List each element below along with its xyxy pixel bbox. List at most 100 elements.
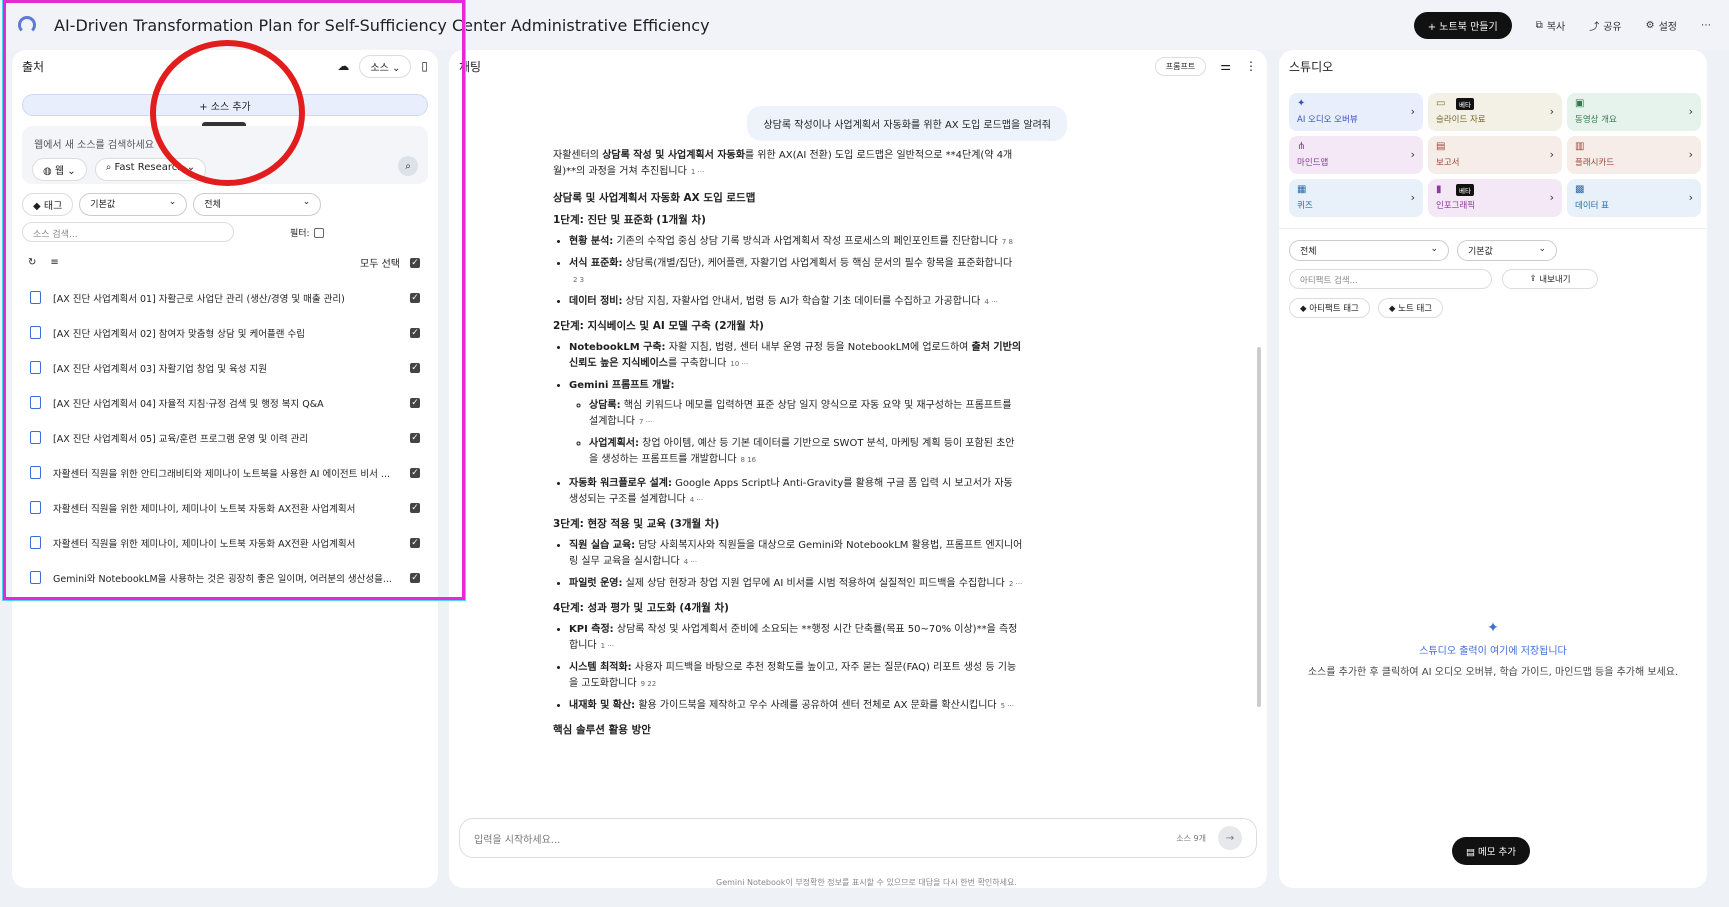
more-vert-icon[interactable]: ⋮ (1245, 59, 1257, 73)
document-icon (30, 571, 41, 584)
source-item[interactable]: Gemini와 NotebookLM을 사용하는 것은 굉장히 좋은 일이며, … (22, 560, 428, 595)
web-search-box: 웹에서 새 소스를 검색하세요 ◍ 웹 ⌄ ⌕ Fast Research ⌄ … (22, 126, 428, 184)
sort-select[interactable]: 기본값 ⌄ (79, 193, 188, 216)
citation-chip[interactable]: 10 ··· (730, 356, 748, 372)
artifact-tag-button[interactable]: ◆ 아티팩트 태그 (1289, 298, 1370, 318)
stage-4-heading: 4단계: 성과 평가 및 고도화 (4개월 차) (553, 602, 729, 614)
fast-research-chip[interactable]: ⌕ Fast Research ⌄ (94, 158, 207, 181)
source-checkbox[interactable]: ✓ (410, 467, 420, 478)
artifact-sort-select[interactable]: 기본값 ⌄ (1457, 240, 1557, 261)
sort-icon[interactable]: ≡ (50, 257, 360, 268)
tile-icon: ▥ (1575, 141, 1585, 152)
tag-button[interactable]: ◆ 태그 (22, 193, 74, 216)
prompt-chip[interactable]: 프롬프트 (1154, 56, 1207, 76)
list-item: 현황 분석: 기존의 수작업 중심 상담 기록 방식과 사업계획서 작성 프로세… (569, 234, 1023, 250)
citation-chip[interactable]: 2 ··· (1009, 576, 1022, 592)
source-checkbox[interactable]: ✓ (410, 327, 420, 338)
filter-toggle[interactable]: 필터: (290, 226, 324, 239)
citation-chip[interactable]: 5 ··· (1001, 698, 1014, 714)
note-tag-button[interactable]: ◆ 노트 태그 (1377, 298, 1444, 318)
studio-title: 스튜디오 (1289, 59, 1334, 74)
tile-icon: ⋔ (1297, 141, 1306, 152)
settings-button[interactable]: ⚙ 설정 (1646, 18, 1677, 33)
citation-chip[interactable]: 4 ··· (684, 554, 697, 570)
divider (1279, 228, 1707, 229)
add-memo-button[interactable]: ▤ 메모 추가 (1452, 837, 1530, 865)
citation-chip[interactable]: 2 3 (573, 272, 584, 288)
studio-tile[interactable]: ✦ › AI 오디오 오버뷰 (1289, 93, 1423, 131)
share-button[interactable]: ⤴ 공유 (1589, 18, 1621, 33)
export-icon: ⇪ (1529, 274, 1537, 284)
app-logo-icon[interactable] (18, 16, 36, 34)
source-checkbox[interactable]: ✓ (410, 537, 420, 548)
tune-icon[interactable]: ⚌ (1220, 59, 1231, 73)
chat-scrollbar[interactable] (1257, 347, 1261, 707)
panel-toggle-icon[interactable]: ▯ (421, 59, 428, 73)
studio-tile[interactable]: ▤ › 보고서 (1428, 136, 1562, 174)
source-checkbox[interactable]: ✓ (410, 397, 420, 408)
chat-scroll-area[interactable]: 상담록 작성이나 사업계획서 자동화를 위한 AX 도입 로드맵을 알려줘 자활… (449, 82, 1267, 822)
studio-tile[interactable]: ▩ › 데이터 표 (1567, 179, 1701, 217)
studio-empty-state: ✦ 스튜디오 출력이 여기에 저장됩니다 소스를 추가한 후 클릭하여 AI 오… (1279, 620, 1707, 678)
source-checkbox[interactable]: ✓ (410, 572, 420, 583)
citation-chip[interactable]: 8 16 (741, 452, 757, 468)
studio-tile[interactable]: ▥ › 플래시카드 (1567, 136, 1701, 174)
citation-chip[interactable]: 7 8 (1002, 234, 1013, 250)
source-checkbox[interactable]: ✓ (410, 292, 420, 303)
tile-label: AI 오디오 오버뷰 (1297, 115, 1358, 125)
tile-label: 인포그래픽 (1436, 201, 1476, 211)
source-checkbox[interactable]: ✓ (410, 362, 420, 373)
source-item[interactable]: [AX 진단 사업계획서 01] 자활근로 사업단 관리 (생산/경영 및 매출… (22, 280, 428, 315)
citation-chip[interactable]: 7 ··· (639, 414, 652, 430)
source-item[interactable]: 자활센터 직원을 위한 안티그래비티와 제미나이 노트북을 사용한 AI 에이전… (22, 455, 428, 490)
web-source-chip[interactable]: ◍ 웹 ⌄ (32, 158, 87, 181)
artifact-type-select[interactable]: 전체 ⌄ (1289, 240, 1449, 261)
source-checkbox[interactable]: ✓ (410, 432, 420, 443)
citation-chip[interactable]: 4 ··· (690, 492, 703, 508)
refresh-icon[interactable]: ↻ (28, 257, 36, 268)
search-submit-button[interactable]: ⌕ (398, 156, 418, 176)
chat-input[interactable]: 입력을 시작하세요... 소스 9개 → (459, 818, 1257, 858)
list-item: 직원 실습 교육: 담당 사회복지사와 직원들을 대상으로 Gemini와 No… (569, 538, 1023, 570)
source-item[interactable]: [AX 진단 사업계획서 03] 자활기업 창업 및 육성 지원 ✓ (22, 350, 428, 385)
tile-label: 마인드맵 (1297, 158, 1329, 168)
cloud-sync-icon[interactable]: ☁ (337, 59, 349, 73)
chat-title: 채팅 (459, 59, 482, 74)
artifact-search-input[interactable]: 아티팩트 검색... (1289, 269, 1492, 289)
citation-chip[interactable]: 1 ··· (601, 638, 614, 654)
document-icon (30, 536, 41, 549)
source-item[interactable]: 자활센터 직원을 위한 제미나이, 제미나이 노트북 자동화 AX전환 사업계획… (22, 525, 428, 560)
chevron-down-icon: ⌄ (302, 197, 311, 207)
select-all-checkbox[interactable]: ✓ (410, 257, 420, 268)
web-search-input[interactable]: 웹에서 새 소스를 검색하세요 (34, 136, 154, 151)
send-button[interactable]: → (1218, 826, 1242, 850)
notebook-title[interactable]: AI-Driven Transformation Plan for Self-S… (54, 16, 1414, 35)
citation-chip[interactable]: 9 22 (641, 676, 657, 692)
copy-button[interactable]: ⧉ 복사 (1536, 18, 1566, 33)
citation-chip[interactable]: 1 ··· (691, 164, 704, 180)
source-item[interactable]: 자활센터 직원을 위한 제미나이, 제미나이 노트북 자동화 AX전환 사업계획… (22, 490, 428, 525)
create-notebook-button[interactable]: + 노트북 만들기 (1413, 11, 1512, 39)
add-source-button[interactable]: + 소스 추가 (22, 94, 428, 116)
answer-intro: 자활센터의 상담록 작성 및 사업계획서 자동화를 위한 AX(AI 전환) 도… (553, 148, 1023, 180)
more-button[interactable]: ⋯ (1701, 20, 1711, 31)
export-button[interactable]: ⇪ 내보내기 (1502, 269, 1598, 289)
type-filter-select[interactable]: 전체 ⌄ (193, 193, 322, 216)
source-search-input[interactable]: 소스 검색... (22, 222, 234, 242)
studio-tile[interactable]: ▣ › 동영상 개요 (1567, 93, 1701, 131)
tile-icon: ▮ (1436, 184, 1442, 195)
source-item[interactable]: [AX 진단 사업계획서 02] 참여자 맞춤형 상담 및 케어플랜 수립 ✓ (22, 315, 428, 350)
studio-tile[interactable]: ▭ 베타 › 슬라이드 자료 (1428, 93, 1562, 131)
source-item[interactable]: [AX 진단 사업계획서 05] 교육/훈련 프로그램 운영 및 이력 관리 ✓ (22, 420, 428, 455)
chevron-right-icon: › (1688, 105, 1693, 118)
studio-tile[interactable]: ▮ 베타 › 인포그래픽 (1428, 179, 1562, 217)
filter-checkbox[interactable] (313, 227, 324, 238)
citation-chip[interactable]: 4 ··· (984, 294, 997, 310)
source-item[interactable]: [AX 진단 사업계획서 04] 자율적 지침·규정 검색 및 행정 복지 Q&… (22, 385, 428, 420)
source-checkbox[interactable]: ✓ (410, 502, 420, 513)
tile-label: 동영상 개요 (1575, 115, 1617, 125)
tile-icon: ▣ (1575, 98, 1585, 109)
source-dropdown[interactable]: 소스 ⌄ (359, 54, 412, 78)
studio-tile[interactable]: ⋔ › 마인드맵 (1289, 136, 1423, 174)
studio-tile[interactable]: ▦ › 퀴즈 (1289, 179, 1423, 217)
